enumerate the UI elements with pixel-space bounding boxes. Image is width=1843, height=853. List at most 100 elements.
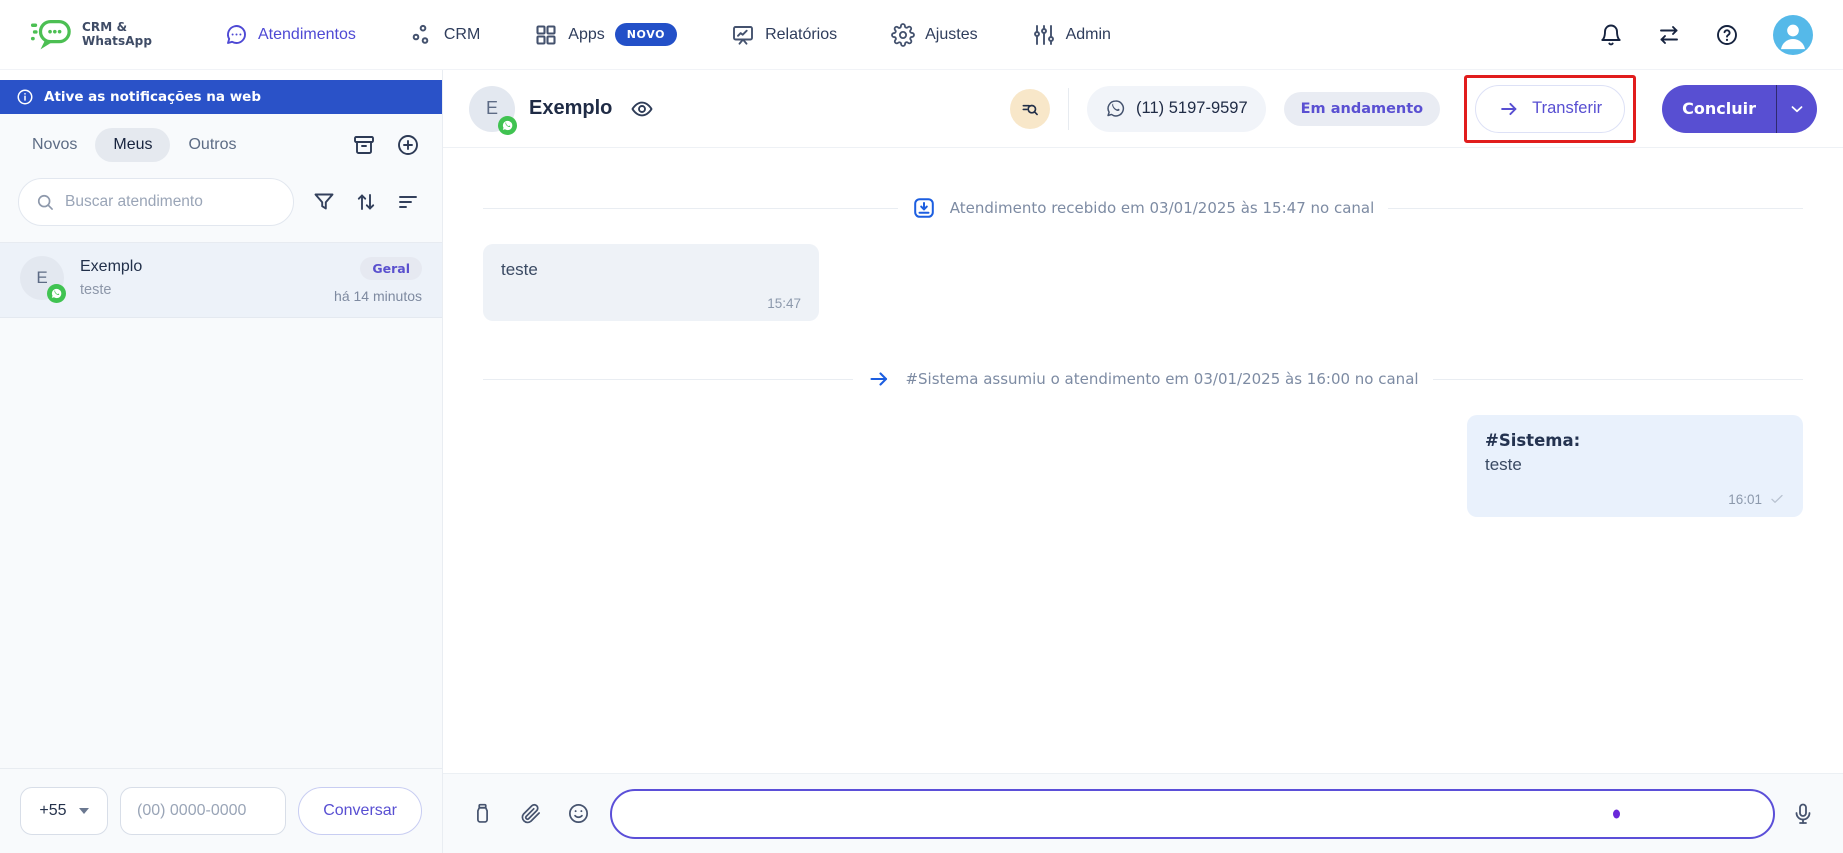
sidebar: Ative as notificações na web Novos Meus … <box>0 70 443 853</box>
arrow-right-icon <box>867 367 891 391</box>
divider-line <box>483 208 898 209</box>
message-input[interactable] <box>612 805 1773 823</box>
banner-text: Ative as notificações na web <box>44 89 261 105</box>
nav-item-ajustes[interactable]: Ajustes <box>891 23 977 47</box>
search-row <box>0 168 442 242</box>
chat-contact-avatar: E <box>469 86 515 132</box>
nav-label: Ajustes <box>925 26 977 44</box>
chat-contact-name: Exemplo <box>529 97 612 120</box>
nav-item-relatorios[interactable]: Relatórios <box>731 23 837 47</box>
nodes-icon <box>410 23 434 47</box>
eye-icon[interactable] <box>630 97 654 121</box>
presentation-chart-icon <box>731 23 755 47</box>
event-text: Atendimento recebido em 03/01/2025 às 15… <box>950 199 1375 217</box>
contact-phone-chip[interactable]: (11) 5197-9597 <box>1087 86 1266 132</box>
composer-tools <box>471 802 590 825</box>
incoming-message: teste 15:47 <box>483 244 819 321</box>
system-event-assumed: #Sistema assumiu o atendimento em 03/01/… <box>483 367 1803 391</box>
message-text: teste <box>1485 455 1785 475</box>
conversation-item[interactable]: E Exemplo teste Geral <box>0 243 442 318</box>
inbox-down-icon <box>912 196 936 220</box>
paperclip-icon[interactable] <box>519 802 542 825</box>
message-time: 16:01 <box>1485 491 1785 507</box>
transfer-button[interactable]: Transferir <box>1475 85 1625 133</box>
system-event-received: Atendimento recebido em 03/01/2025 às 15… <box>483 196 1803 220</box>
event-text: #Sistema assumiu o atendimento em 03/01/… <box>905 370 1418 388</box>
top-navbar: CRM & WhatsApp Atendimentos <box>0 0 1843 70</box>
app-logo: CRM & WhatsApp <box>30 17 188 53</box>
conclude-menu-button[interactable] <box>1777 85 1817 133</box>
nav-label: Apps <box>568 26 604 44</box>
logo-text: CRM & WhatsApp <box>82 21 152 49</box>
tab-novos[interactable]: Novos <box>14 128 95 162</box>
chevron-down-icon <box>1788 100 1806 118</box>
info-icon <box>16 88 34 106</box>
web-notifications-banner[interactable]: Ative as notificações na web <box>0 80 442 114</box>
divider-line <box>1433 379 1803 380</box>
nav-item-atendimentos[interactable]: Atendimentos <box>224 23 356 47</box>
primary-nav: Atendimentos CRM Apps NOVO <box>224 23 1111 47</box>
message-history: Atendimento recebido em 03/01/2025 às 15… <box>443 148 1843 773</box>
chat-bubble-icon <box>224 23 248 47</box>
country-code-value: +55 <box>39 802 66 820</box>
chat-panel: E Exemplo <box>443 70 1843 853</box>
nav-item-crm[interactable]: CRM <box>410 23 480 47</box>
divider-line <box>483 379 853 380</box>
search-input[interactable] <box>65 193 277 211</box>
divider-line <box>1388 208 1803 209</box>
phone-number-input[interactable] <box>120 787 286 835</box>
nav-item-admin[interactable]: Admin <box>1032 23 1111 47</box>
whatsapp-icon <box>1105 98 1126 119</box>
funnel-icon[interactable] <box>312 190 336 214</box>
search-icon <box>35 192 55 212</box>
conversation-preview: teste <box>80 282 318 298</box>
check-icon <box>1769 491 1785 507</box>
help-icon[interactable] <box>1715 23 1739 47</box>
bell-icon[interactable] <box>1599 23 1623 47</box>
message-time: 15:47 <box>501 296 801 311</box>
conversation-name: Exemplo <box>80 258 318 276</box>
conversation-info: Exemplo teste <box>80 256 318 298</box>
filter-lines-icon[interactable] <box>396 190 420 214</box>
navbar-actions <box>1599 15 1813 55</box>
novo-badge: NOVO <box>615 23 677 46</box>
swap-arrows-icon[interactable] <box>1657 23 1681 47</box>
contact-avatar: E <box>20 256 64 300</box>
conclude-button[interactable]: Concluir <box>1662 85 1776 133</box>
nav-item-apps[interactable]: Apps NOVO <box>534 23 677 47</box>
conclude-split-button: Concluir <box>1662 85 1817 133</box>
sort-arrows-icon[interactable] <box>354 190 378 214</box>
sliders-icon <box>1032 23 1056 47</box>
grid-icon <box>534 23 558 47</box>
transfer-label: Transferir <box>1532 99 1602 118</box>
message-composer <box>443 773 1843 853</box>
whatsapp-icon <box>498 116 517 135</box>
message-text: teste <box>501 260 801 280</box>
note-search-icon[interactable] <box>1010 89 1050 129</box>
arrow-right-icon <box>1498 98 1520 120</box>
archive-icon[interactable] <box>352 133 376 157</box>
microphone-icon[interactable] <box>1791 802 1815 826</box>
plus-circle-icon[interactable] <box>396 133 420 157</box>
chat-header-actions: (11) 5197-9597 Em andamento Transferir <box>1010 75 1817 143</box>
app-root: CRM & WhatsApp Atendimentos <box>0 0 1843 853</box>
chevron-down-icon <box>79 808 89 814</box>
banner-gap <box>0 70 442 80</box>
quick-replies-icon[interactable] <box>471 802 494 825</box>
conversation-list: E Exemplo teste Geral <box>0 242 442 768</box>
message-sender: #Sistema: <box>1485 431 1785 450</box>
outgoing-message: #Sistema: teste 16:01 <box>1467 415 1803 517</box>
status-badge: Em andamento <box>1284 92 1441 126</box>
typing-indicator-dot <box>1613 809 1620 818</box>
tab-meus[interactable]: Meus <box>95 128 170 162</box>
avatar-initial: E <box>486 98 498 119</box>
country-code-select[interactable]: +55 <box>20 787 108 835</box>
tab-outros[interactable]: Outros <box>170 128 254 162</box>
chat-header: E Exemplo <box>443 70 1843 148</box>
emoji-icon[interactable] <box>567 802 590 825</box>
nav-label: Admin <box>1066 26 1111 44</box>
start-chat-button[interactable]: Conversar <box>298 787 422 835</box>
user-avatar[interactable] <box>1773 15 1813 55</box>
logo-chat-icon <box>30 17 72 53</box>
main-layout: Ative as notificações na web Novos Meus … <box>0 70 1843 853</box>
